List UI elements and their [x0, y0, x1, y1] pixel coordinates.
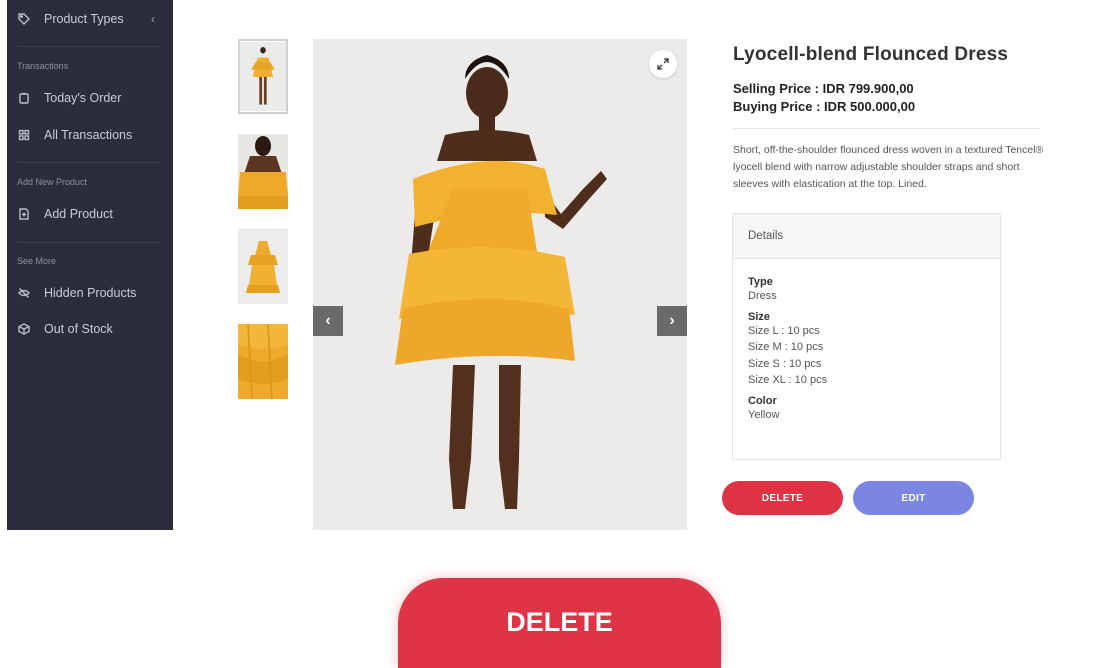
sidebar-item-add-product[interactable]: Add Product — [7, 201, 173, 227]
product-photo — [313, 39, 687, 530]
zoomed-delete-label: DELETE — [506, 606, 613, 637]
sidebar-item-label: Add Product — [44, 207, 113, 221]
chevron-left-icon[interactable]: ‹ — [151, 12, 155, 26]
product-title: Lyocell-blend Flounced Dress — [733, 44, 1009, 65]
box-icon — [17, 322, 31, 336]
product-thumbnail-image — [238, 324, 288, 399]
thumbnail-2[interactable] — [238, 134, 288, 209]
main-product-image: ‹ › — [313, 39, 687, 530]
grid-icon — [17, 128, 31, 142]
details-header: Details — [733, 214, 1000, 259]
product-description: Short, off-the-shoulder flounced dress w… — [733, 144, 1044, 190]
type-value: Dress — [748, 290, 777, 302]
sidebar-item-out-of-stock[interactable]: Out of Stock — [7, 316, 173, 342]
size-value: Size XL : 10 pcs — [748, 374, 828, 386]
next-image-button[interactable]: › — [657, 306, 687, 336]
sidebar-item-todays-order[interactable]: Today's Order — [7, 85, 173, 111]
sidebar: Product Types ‹ Transactions Today's Ord… — [7, 0, 173, 530]
product-thumbnail-image — [238, 134, 288, 209]
size-value: Size M : 10 pcs — [748, 341, 824, 353]
sidebar-divider — [17, 46, 160, 47]
sidebar-item-label: Out of Stock — [44, 322, 113, 336]
buying-price: Buying Price : IDR 500.000,00 — [733, 99, 916, 114]
details-panel: Details Type Dress Size Size L : 10 pcs … — [732, 213, 1001, 460]
clipboard-icon — [17, 91, 31, 105]
product-thumbnail-image — [240, 42, 286, 111]
sidebar-item-label: Hidden Products — [44, 286, 137, 300]
eye-off-icon — [17, 286, 31, 300]
file-plus-icon — [17, 207, 31, 221]
sidebar-item-label: All Transactions — [44, 128, 133, 142]
thumbnail-1[interactable] — [238, 39, 288, 114]
edit-button[interactable]: EDIT — [853, 481, 974, 515]
previous-image-button[interactable]: ‹ — [313, 306, 343, 336]
expand-icon — [657, 58, 669, 70]
sidebar-item-hidden-products[interactable]: Hidden Products — [7, 280, 173, 306]
type-label: Type — [748, 276, 773, 288]
sidebar-section-transactions: Transactions — [17, 61, 69, 71]
sidebar-item-label: Today's Order — [44, 91, 122, 105]
details-body: Type Dress Size Size L : 10 pcs Size M :… — [733, 259, 1000, 437]
sidebar-section-see-more: See More — [17, 256, 57, 266]
color-label: Color — [748, 394, 777, 407]
selling-price: Selling Price : IDR 799.900,00 — [733, 81, 914, 96]
info-divider — [733, 128, 1039, 129]
tag-icon — [17, 12, 31, 26]
size-label: Size — [748, 310, 771, 323]
sidebar-divider — [17, 162, 160, 163]
product-thumbnail-image — [238, 229, 288, 304]
thumbnail-4[interactable] — [238, 324, 288, 399]
thumbnail-3[interactable] — [238, 229, 288, 304]
sidebar-item-product-types[interactable]: Product Types ‹ — [7, 6, 173, 32]
sidebar-item-all-transactions[interactable]: All Transactions — [7, 122, 173, 148]
zoomed-delete-button[interactable]: DELETE — [398, 578, 721, 668]
delete-button[interactable]: DELETE — [722, 481, 843, 515]
size-value: Size L : 10 pcs — [748, 324, 820, 337]
size-value: Size S : 10 pcs — [748, 357, 822, 370]
sidebar-item-label: Product Types — [44, 12, 124, 26]
expand-image-button[interactable] — [649, 50, 677, 78]
sidebar-section-add-new-product: Add New Product — [17, 177, 88, 187]
sidebar-divider — [17, 242, 160, 243]
color-value: Yellow — [748, 408, 780, 421]
